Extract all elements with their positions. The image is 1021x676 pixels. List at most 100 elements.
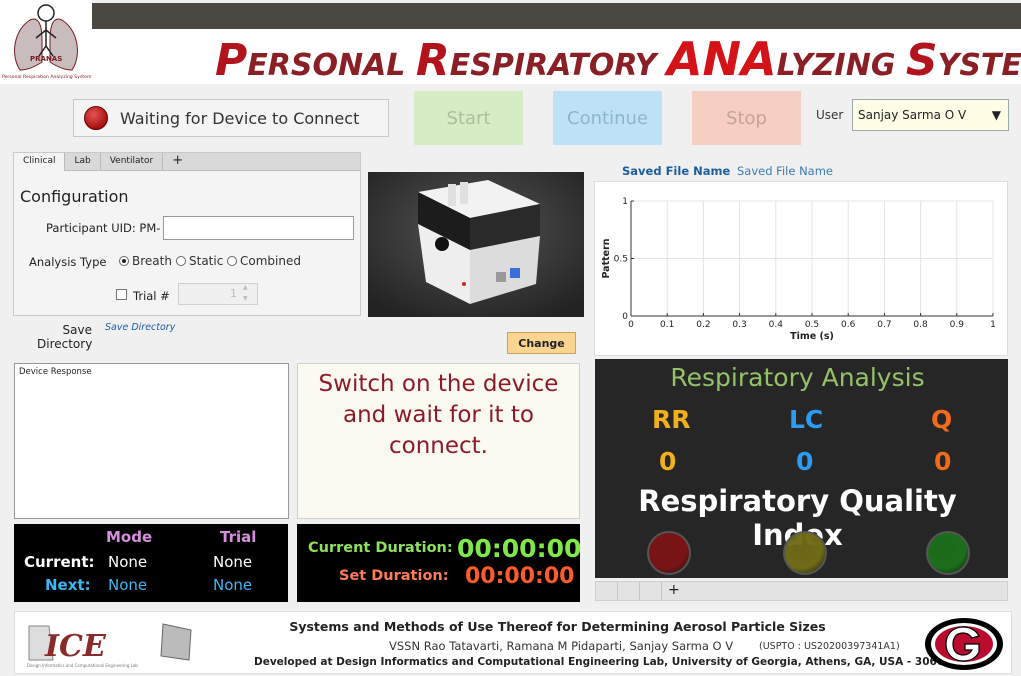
next-label: Next: (45, 576, 91, 594)
current-label: Current: (24, 553, 95, 571)
respiratory-analysis-title: Respiratory Analysis (670, 363, 925, 392)
chart-x-tick-label: 0.4 (769, 320, 784, 330)
radio-empty-icon (227, 256, 237, 266)
save-directory-value: Save Directory (105, 322, 176, 333)
chart-x-tick-label: 0 (628, 320, 634, 330)
connection-status: Waiting for Device to Connect (73, 99, 389, 137)
title-part: ESPIRATORY (449, 48, 667, 83)
respiratory-analysis-panel: Respiratory Analysis RR LC Q 0 0 0 Respi… (595, 359, 1008, 578)
user-label: User (816, 108, 844, 122)
participant-uid-label: Participant UID: PM- (46, 221, 161, 235)
radio-combined[interactable]: Combined (227, 254, 301, 268)
change-directory-button[interactable]: Change (507, 332, 576, 354)
chart-x-tick-label: 0.6 (841, 320, 856, 330)
title-part: ERSONAL (247, 48, 416, 83)
chart-x-label: Time (s) (790, 331, 834, 342)
pranas-logo: PRANAS Personal Respiration Analyzing Sy… (0, 0, 92, 84)
lc-value: 0 (796, 447, 814, 476)
q-value: 0 (934, 447, 952, 476)
user-select[interactable]: Sanjay Sarma O V ▼ (852, 99, 1009, 131)
saved-file-value: Saved File Name (737, 164, 834, 178)
set-duration-label: Set Duration: (339, 568, 449, 584)
device-response-textarea[interactable]: Device Response (14, 363, 289, 519)
analysis-tab[interactable] (598, 582, 618, 600)
chart-x-tick-label: 1 (990, 320, 996, 330)
current-trial: None (213, 553, 253, 571)
current-mode: None (108, 553, 148, 571)
green-lamp-icon (926, 531, 970, 575)
analysis-tab-bar: + (595, 581, 1008, 601)
uspto-number: (USPTO : US20200397341A1) (759, 641, 900, 652)
next-mode: None (108, 576, 148, 594)
device-image (368, 172, 584, 317)
save-directory-label: Save Directory (37, 323, 93, 351)
configuration-heading: Configuration (20, 187, 129, 206)
user-selected-value: Sanjay Sarma O V (858, 108, 967, 122)
spinner-up-icon[interactable]: ▲ (243, 284, 248, 291)
chart-y-label: Pattern (601, 238, 612, 278)
participant-uid-input[interactable] (163, 216, 354, 240)
analysis-tab[interactable] (640, 582, 662, 600)
start-button[interactable]: Start (414, 91, 523, 145)
chart-y-tick-label: 0.5 (614, 255, 628, 265)
trial-checkbox[interactable] (116, 289, 127, 300)
mode-header: Mode (106, 528, 153, 546)
radio-combined-label: Combined (240, 254, 301, 268)
tab-ventilator[interactable]: Ventilator (101, 153, 164, 171)
tab-lab[interactable]: Lab (65, 153, 101, 171)
rr-value: 0 (659, 447, 677, 476)
chart-x-tick-label: 0.3 (732, 320, 746, 330)
set-duration-value: 00:00:00 (465, 564, 575, 589)
radio-empty-icon (176, 256, 186, 266)
stop-button[interactable]: Stop (692, 91, 801, 145)
radio-breath-label: Breath (132, 254, 172, 268)
uga-logo (923, 616, 1005, 672)
radio-selected-icon (119, 256, 129, 266)
chart-x-tick-label: 0.9 (950, 320, 965, 330)
app-title: PERSONAL RESPIRATORY ANALYZING SYSTEM (215, 32, 1021, 86)
title-part: LYZING (776, 48, 906, 83)
instruction-message: Switch on the device and wait for it to … (297, 363, 580, 519)
radio-breath[interactable]: Breath (119, 254, 172, 268)
title-part: P (215, 35, 248, 86)
chart-x-tick-label: 0.1 (660, 320, 674, 330)
continue-button[interactable]: Continue (553, 91, 662, 145)
chart-x-tick-label: 0.2 (696, 320, 710, 330)
svg-text:Design Informatics and Computa: Design Informatics and Computational Eng… (27, 663, 138, 668)
patent-authors: VSSN Rao Tatavarti, Ramana M Pidaparti, … (389, 639, 734, 653)
saved-file-label: Saved File Name (622, 164, 731, 178)
chart-x-tick-label: 0.5 (805, 320, 819, 330)
tab-clinical[interactable]: Clinical (14, 153, 66, 171)
red-lamp-icon (647, 531, 691, 575)
svg-text:ICE: ICE (44, 629, 107, 664)
add-tab-icon[interactable]: + (163, 153, 192, 171)
header-bar (92, 3, 1021, 29)
duration-panel: Current Duration: 00:00:00 Set Duration:… (297, 524, 582, 602)
next-trial: None (213, 576, 253, 594)
trial-label: Trial # (133, 289, 170, 303)
title-part: R (415, 35, 450, 86)
analysis-tab[interactable] (618, 582, 640, 600)
title-part: YSTEM (937, 48, 1021, 83)
chart-y-tick-label: 0 (622, 312, 628, 322)
lc-label: LC (789, 405, 824, 434)
mode-trial-panel: Mode Trial Current: None None Next: None… (14, 524, 288, 602)
pattern-chart: 0 0.1 0.2 0.3 0.4 0.5 0.6 0.7 0.8 0.9 1 0 0.5 1 Time (… (601, 197, 996, 342)
lab-credit: Developed at Design Informatics and Comp… (254, 656, 952, 668)
pattern-chart-panel: 0 0.1 0.2 0.3 0.4 0.5 0.6 0.7 0.8 0.9 1 0 0.5 1 Time (… (594, 181, 1008, 356)
radio-static[interactable]: Static (176, 254, 223, 268)
patent-title: Systems and Methods of Use Thereof for D… (289, 619, 826, 634)
current-duration-value: 00:00:00 (457, 534, 582, 563)
rr-label: RR (652, 405, 691, 434)
yellow-lamp-icon (783, 531, 827, 575)
analysis-type-label: Analysis Type (29, 255, 107, 269)
add-tab-icon[interactable]: + (668, 582, 680, 598)
spinner-down-icon[interactable]: ▼ (243, 295, 248, 302)
status-text: Waiting for Device to Connect (120, 108, 360, 128)
current-duration-label: Current Duration: (308, 540, 453, 556)
chart-y-tick-label: 1 (622, 197, 628, 207)
radio-static-label: Static (189, 254, 224, 268)
q-label: Q (931, 405, 953, 434)
title-part: S (905, 35, 938, 86)
status-lamp-icon (84, 106, 108, 130)
